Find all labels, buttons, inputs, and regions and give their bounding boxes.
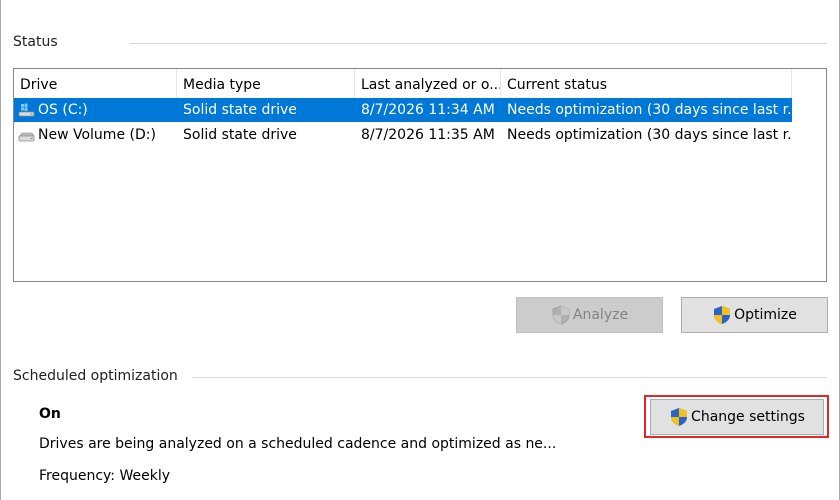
drive-name: OS (C:): [38, 102, 88, 118]
status-group-divider: [130, 43, 827, 44]
drive-row-c[interactable]: OS (C:) Solid state drive 8/7/2026 11:34…: [14, 98, 792, 122]
column-header-last-analyzed[interactable]: Last analyzed or o...: [355, 69, 501, 99]
window-left-edge: [0, 0, 1, 500]
schedule-description: Drives are being analyzed on a scheduled…: [39, 436, 557, 452]
uac-shield-icon: [712, 305, 732, 325]
optimize-label: Optimize: [734, 307, 797, 323]
last-analyzed-cell: 8/7/2026 11:35 AM: [361, 127, 495, 143]
drive-row-d[interactable]: New Volume (D:) Solid state drive 8/7/20…: [14, 123, 792, 147]
drive-list-header: Drive Media type Last analyzed or o... C…: [14, 69, 792, 99]
uac-shield-icon: [669, 407, 689, 427]
media-type-cell: Solid state drive: [183, 127, 297, 143]
drive-cell: New Volume (D:): [14, 123, 177, 147]
current-status-cell: Needs optimization (30 days since last r…: [507, 102, 792, 118]
schedule-status: On: [39, 406, 61, 422]
column-header-media-type[interactable]: Media type: [177, 69, 355, 99]
analyze-label: Analyze: [572, 307, 629, 323]
schedule-frequency: Frequency: Weekly: [39, 468, 171, 484]
windows-drive-icon: [18, 103, 35, 117]
drive-list[interactable]: Drive Media type Last analyzed or o... C…: [13, 68, 827, 282]
scheduled-group-divider: [192, 377, 827, 378]
column-header-current-status[interactable]: Current status: [501, 69, 792, 99]
analyze-button[interactable]: Analyze: [516, 297, 663, 333]
last-analyzed-cell: 8/7/2026 11:34 AM: [361, 102, 495, 118]
change-settings-label: Change settings: [691, 409, 805, 425]
drive-icon: [18, 128, 35, 142]
drive-cell: OS (C:): [14, 98, 177, 122]
change-settings-button[interactable]: Change settings: [650, 399, 824, 435]
optimize-button[interactable]: Optimize: [681, 297, 828, 333]
status-group-label: Status: [13, 34, 58, 50]
scheduled-group-label: Scheduled optimization: [13, 368, 178, 384]
uac-shield-icon: [551, 305, 571, 325]
drive-name: New Volume (D:): [38, 127, 156, 143]
media-type-cell: Solid state drive: [183, 102, 297, 118]
current-status-cell: Needs optimization (30 days since last r…: [507, 127, 792, 143]
column-header-drive[interactable]: Drive: [14, 69, 177, 99]
